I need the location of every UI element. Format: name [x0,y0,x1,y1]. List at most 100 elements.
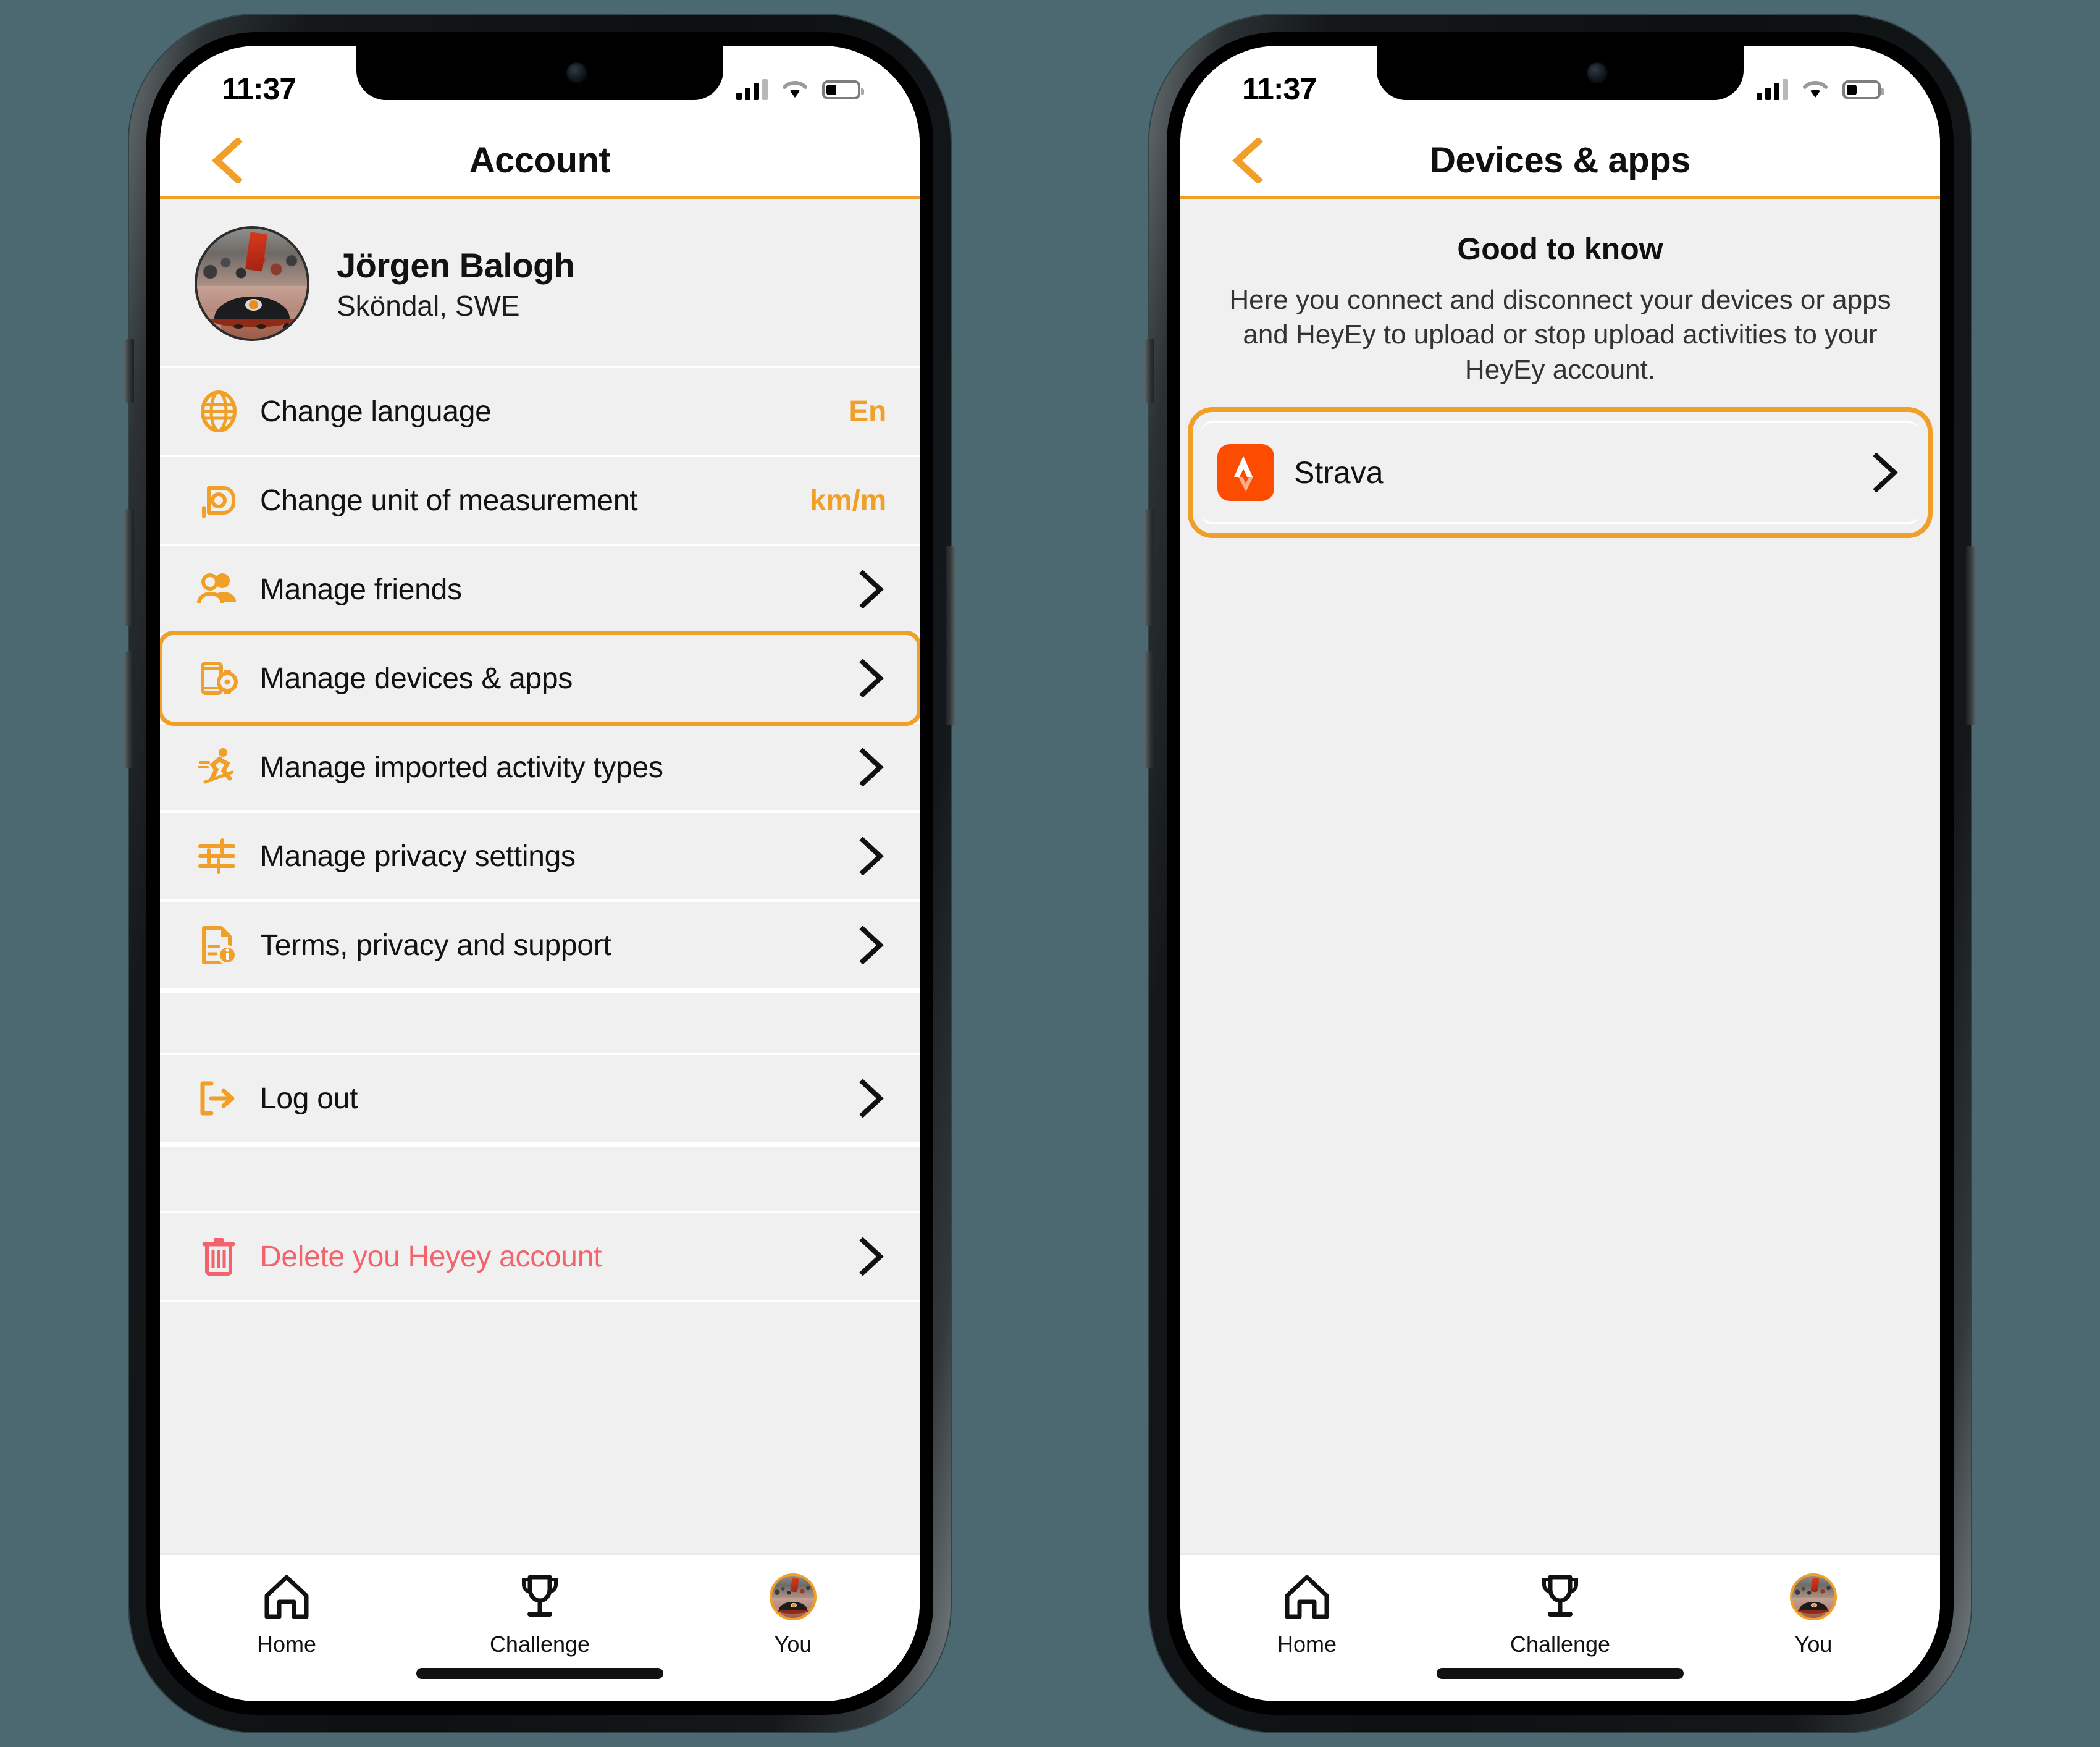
status-indicators [1757,79,1884,100]
status-indicators [736,79,864,100]
user-avatar-photo [770,1573,817,1620]
info-heading: Good to know [1457,232,1663,266]
status-bar: 11:37 [160,46,920,125]
settings-row-label: Change unit of measurement [260,484,638,517]
cellular-bars-icon [1757,79,1788,100]
tab-avatar-wrap [770,1571,817,1623]
settings-row-change-language[interactable]: Change language En [160,366,920,457]
tab-you[interactable]: You [666,1571,920,1657]
battery-icon [822,80,864,99]
profile-name: Jörgen Balogh [337,245,575,285]
status-time: 11:37 [222,72,296,106]
tab-bar: Home Challenge You [160,1553,920,1701]
settings-row-label: Manage imported activity types [260,751,663,784]
status-bar: 11:37 [1180,46,1940,125]
phone-bezel-right: 11:37 Devices & apps Good to know Here y… [1167,32,1954,1715]
mute-switch[interactable] [124,339,134,403]
settings-list: Change language En Change unit of measur… [160,366,920,1302]
cellular-bars-icon [736,79,768,100]
settings-row-value-unit: km/m [809,484,887,517]
chevron-right-icon [859,1237,884,1276]
mute-switch[interactable] [1144,339,1154,403]
volume-up-button[interactable] [1144,509,1154,626]
trophy-icon [1535,1571,1585,1623]
connected-app-row-strava[interactable]: Strava [1188,406,1933,538]
chevron-left-icon[interactable] [208,137,245,183]
tab-you[interactable]: You [1687,1571,1940,1657]
wifi-icon [783,80,807,98]
account-content: Jörgen Balogh Sköndal, SWE Change langua… [160,199,920,1553]
settings-row-change-unit[interactable]: Change unit of measurement km/m [160,455,920,546]
tab-home[interactable]: Home [1180,1571,1434,1657]
settings-row-label: Manage privacy settings [260,840,576,873]
tab-avatar-wrap [1790,1571,1837,1623]
settings-row-manage-friends[interactable]: Manage friends [160,544,920,635]
runner-icon [195,743,243,791]
info-body: Here you connect and disconnect your dev… [1229,285,1891,385]
chevron-right-icon [859,570,884,608]
user-avatar-photo [195,226,309,341]
connected-apps-list: Strava [1180,387,1940,538]
chevron-right-icon [859,1079,884,1118]
tab-bar: Home Challenge You [1180,1553,1940,1701]
tab-challenge[interactable]: Challenge [413,1571,666,1657]
volume-down-button[interactable] [1144,651,1154,768]
screen-devices-apps: 11:37 Devices & apps Good to know Here y… [1180,46,1940,1701]
globe-icon [195,387,243,436]
chevron-right-icon [859,926,884,964]
settings-row-label: Delete you Heyey account [260,1240,602,1273]
home-indicator[interactable] [416,1668,663,1679]
power-button[interactable] [946,546,956,725]
settings-row-label: Manage friends [260,573,462,606]
settings-row-imported-activity-types[interactable]: Manage imported activity types [160,722,920,813]
people-icon [195,565,243,613]
profile-text: Jörgen Balogh Sköndal, SWE [337,245,575,322]
tab-home[interactable]: Home [160,1571,413,1657]
screenshot-canvas: 11:37 Account Jörgen Balogh Sköndal, SWE… [0,0,2100,1747]
settings-row-privacy-settings[interactable]: Manage privacy settings [160,810,920,902]
logout-arrow-icon [195,1074,243,1122]
section-gap [160,1147,920,1211]
nav-bar: Account [160,125,920,199]
settings-row-manage-devices-apps[interactable]: Manage devices & apps [160,631,920,726]
home-icon [261,1571,313,1623]
tab-label: Challenge [489,1631,590,1657]
devices-apps-content: Good to know Here you connect and discon… [1180,199,1940,1553]
settings-row-terms-privacy-support[interactable]: Terms, privacy and support [160,899,920,991]
nav-bar: Devices & apps [1180,125,1940,199]
battery-icon [1842,80,1884,99]
chevron-left-icon[interactable] [1228,137,1266,183]
volume-up-button[interactable] [124,509,134,626]
settings-row-label: Log out [260,1082,358,1115]
settings-row-delete-account[interactable]: Delete you Heyey account [160,1211,920,1302]
page-title: Devices & apps [1430,140,1690,180]
screen-account: 11:37 Account Jörgen Balogh Sköndal, SWE… [160,46,920,1701]
chevron-right-icon [859,837,884,875]
sliders-icon [195,832,243,880]
phone-watch-icon [195,654,243,702]
profile-location: Sköndal, SWE [337,289,520,322]
volume-down-button[interactable] [124,651,134,768]
wifi-icon [1803,80,1828,98]
section-gap [160,993,920,1053]
trash-icon [195,1232,243,1281]
chevron-right-icon [859,748,884,786]
strava-icon [1217,444,1274,501]
home-indicator[interactable] [1437,1668,1684,1679]
settings-row-log-out[interactable]: Log out [160,1053,920,1144]
phone-bezel-left: 11:37 Account Jörgen Balogh Sköndal, SWE… [146,32,933,1715]
power-button[interactable] [1966,546,1976,725]
connected-app-name: Strava [1294,455,1384,490]
settings-row-label: Change language [260,395,492,428]
tab-label: Home [1277,1631,1337,1657]
tab-challenge[interactable]: Challenge [1434,1571,1687,1657]
tab-label: You [774,1631,812,1657]
chevron-right-icon [1873,452,1898,493]
profile-header[interactable]: Jörgen Balogh Sköndal, SWE [160,199,920,366]
settings-row-label: Manage devices & apps [260,662,573,695]
tab-label: Challenge [1510,1631,1611,1657]
document-info-icon [195,921,243,969]
page-title: Account [469,140,611,180]
trophy-icon [515,1571,565,1623]
tab-label: Home [256,1631,317,1657]
